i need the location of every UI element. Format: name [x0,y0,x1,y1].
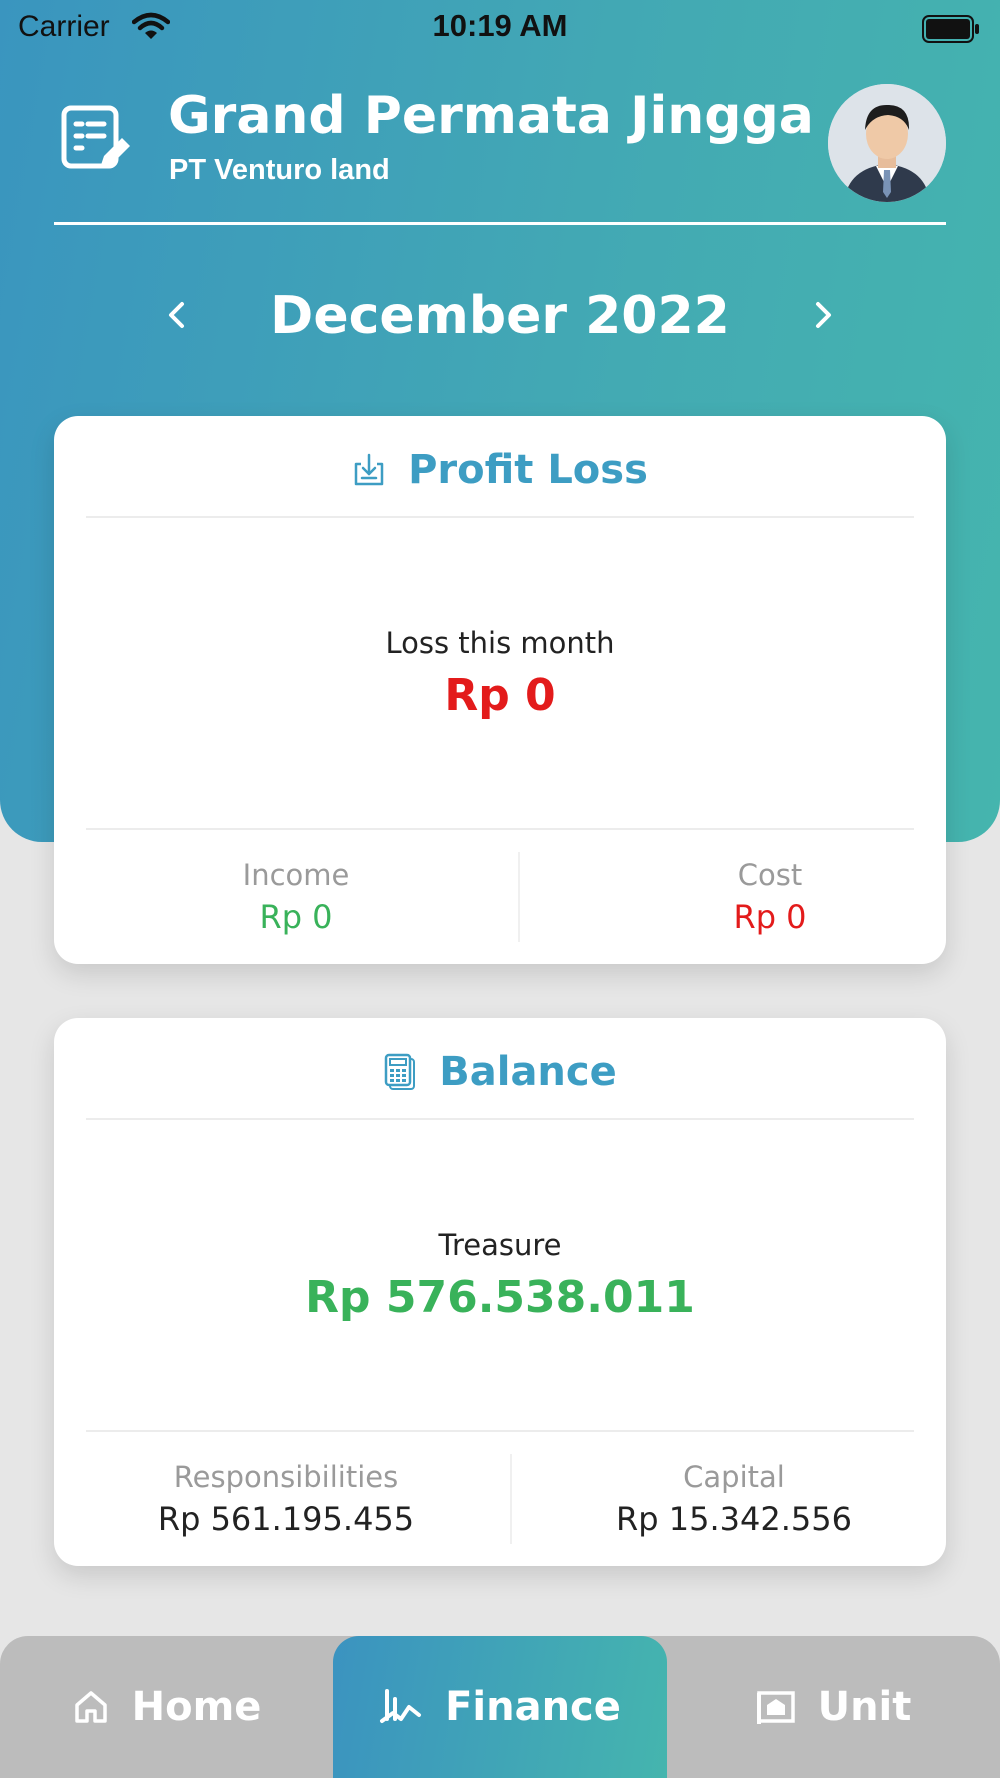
document-edit-icon [61,105,130,169]
capital-column: Capital Rp 15.342.556 [544,1460,924,1538]
nav-tab-home[interactable]: Home [0,1636,333,1778]
nav-finance-label: Finance [445,1684,621,1730]
nav-unit-label: Unit [817,1684,912,1730]
company-subtitle: PT Venturo land [169,154,390,186]
responsibilities-column: Responsibilities Rp 561.195.455 [86,1460,486,1538]
status-bar: Carrier 10:19 AM [0,0,1000,58]
card-divider [86,1118,914,1120]
capital-value: Rp 15.342.556 [616,1500,852,1538]
column-divider [510,1454,512,1544]
profit-loss-card[interactable]: Profit Loss Loss this month Rp 0 Income … [54,416,946,964]
next-month-button[interactable] [808,290,840,340]
cost-column: Cost Rp 0 [620,858,920,936]
income-label: Income [242,858,350,892]
cost-value: Rp 0 [733,898,807,936]
capital-label: Capital [683,1460,785,1494]
battery-icon [922,15,979,43]
status-time: 10:19 AM [432,8,568,43]
profit-loss-header: Profit Loss [54,440,946,500]
responsibilities-label: Responsibilities [173,1460,399,1494]
home-icon [74,1691,107,1723]
balance-title: Balance [439,1049,617,1095]
bottom-nav: Home Finance Unit [0,1636,1000,1778]
card-divider [86,1430,914,1432]
project-title: Grand Permata Jingga [168,86,814,146]
income-value: Rp 0 [259,898,333,936]
card-divider [86,828,914,830]
nav-home-label: Home [131,1684,262,1730]
avatar-image [828,84,946,202]
calculator-icon [385,1053,416,1090]
loss-label: Loss this month [385,626,615,660]
treasure-label: Treasure [438,1228,562,1262]
loss-value: Rp 0 [444,670,556,721]
responsibilities-value: Rp 561.195.455 [157,1500,415,1538]
balance-header: Balance [54,1042,946,1102]
card-divider [86,516,914,518]
building-icon [756,1691,795,1724]
chart-trend-icon [380,1689,422,1723]
profit-loss-title: Profit Loss [408,447,648,493]
avatar[interactable] [828,84,946,202]
nav-tab-unit[interactable]: Unit [667,1636,1000,1778]
income-column: Income Rp 0 [86,858,506,936]
cost-label: Cost [737,858,803,892]
download-tray-icon [354,453,384,486]
header-divider [54,222,946,225]
month-label: December 2022 [270,286,730,346]
nav-tab-finance[interactable]: Finance [333,1636,667,1778]
column-divider [518,852,520,942]
balance-card[interactable]: Balance Treasure Rp 576.538.011 Responsi… [54,1018,946,1566]
treasure-value: Rp 576.538.011 [305,1272,695,1323]
